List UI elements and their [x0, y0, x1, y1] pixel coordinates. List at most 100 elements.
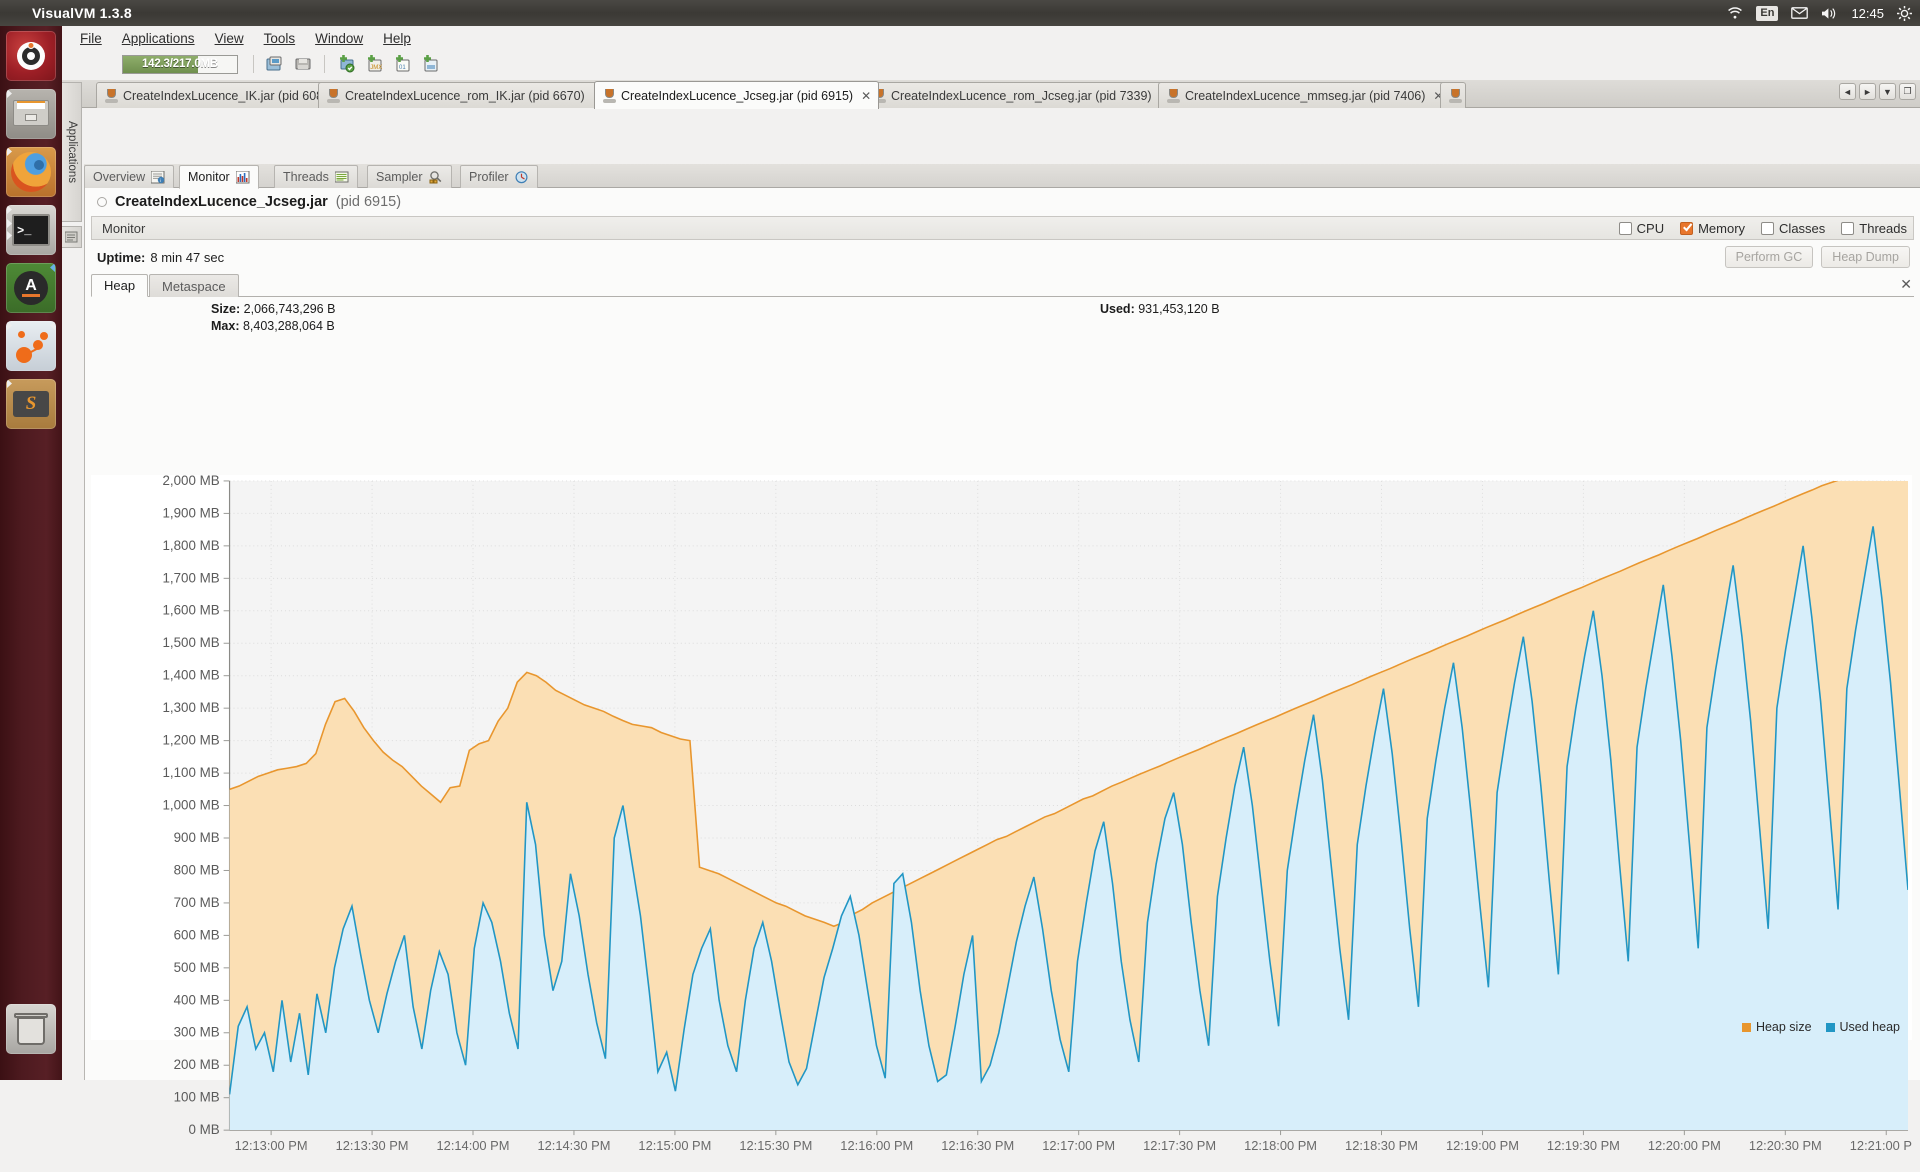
y-tick-label: 1,400 MB — [162, 668, 219, 683]
x-tick-label: 12:15:00 PM — [638, 1138, 711, 1153]
process-running-icon — [97, 197, 107, 207]
tab-profiler[interactable]: Profiler — [460, 165, 538, 188]
y-tick-label: 1,100 MB — [162, 765, 219, 780]
terminal-icon[interactable]: >_ — [6, 205, 56, 255]
heap-dump-button[interactable]: Heap Dump — [1821, 246, 1910, 268]
tab-maximize-button[interactable]: ❐ — [1899, 83, 1916, 100]
sublime-text-icon[interactable]: S — [6, 379, 56, 429]
app-tab-overflow[interactable] — [1440, 82, 1466, 108]
checkbox-threads[interactable]: Threads — [1841, 221, 1907, 236]
tab-monitor[interactable]: Monitor — [179, 165, 259, 189]
close-icon[interactable]: ✕ — [858, 89, 871, 103]
menu-bar: File Applications View Tools Window Help — [62, 26, 1920, 50]
main-toolbar: 142.3/217.0MB JMX 01 — [62, 50, 1920, 78]
add-vm-coredump-icon[interactable] — [418, 52, 442, 76]
heap-size-label: Size: — [211, 302, 241, 316]
trash-icon[interactable] — [6, 1004, 56, 1054]
system-tray: En 12:45 — [1727, 0, 1912, 26]
svg-text:01: 01 — [399, 65, 406, 71]
tab-label: Metaspace — [162, 278, 226, 294]
y-tick-label: 1,500 MB — [162, 635, 219, 650]
chart-plot-area[interactable]: 0 MB 100 MB 200 MB 300 MB 400 MB 500 MB 600 MB… — [91, 475, 1912, 1172]
svg-text:i: i — [160, 177, 161, 182]
heap-memory-chart[interactable]: 0 MB 100 MB 200 MB 300 MB 400 MB 500 MB 600 MB… — [91, 475, 1912, 1153]
checkbox-memory[interactable]: Memory — [1680, 221, 1745, 236]
app-tab-2[interactable]: CreateIndexLucence_Jcseg.jar (pid 6915) … — [594, 81, 880, 109]
checkbox-box[interactable] — [1761, 221, 1775, 235]
menu-window[interactable]: Window — [305, 29, 373, 48]
visualvm-window: File Applications View Tools Window Help… — [62, 26, 1920, 1153]
uptime-value: 8 min 47 sec — [150, 249, 225, 265]
heap-size-row: Size: 2,066,743,296 B — [211, 301, 1920, 318]
x-tick-label: 12:20:00 PM — [1648, 1138, 1721, 1153]
monitor-caption-bar: Monitor CPU Memory Classes Threads — [91, 216, 1914, 240]
tab-overview[interactable]: Overview i — [84, 165, 175, 188]
x-tick-label: 12:18:00 PM — [1244, 1138, 1317, 1153]
add-remote-host-icon[interactable]: 01 — [390, 52, 414, 76]
checkbox-box[interactable] — [1618, 221, 1632, 235]
perform-gc-button[interactable]: Perform GC — [1724, 246, 1814, 268]
menu-view[interactable]: View — [205, 29, 254, 48]
open-snapshot-icon[interactable] — [263, 52, 287, 76]
add-jmx-connection-icon[interactable]: JMX — [362, 52, 386, 76]
java-icon — [603, 88, 616, 103]
mail-icon[interactable] — [1791, 7, 1809, 19]
y-tick-label: 1,800 MB — [162, 538, 219, 553]
x-tick-label: 12:14:30 PM — [537, 1138, 610, 1153]
tab-list-button[interactable]: ▼ — [1879, 83, 1896, 100]
y-tick-label: 1,700 MB — [162, 570, 219, 585]
heap-used-label: Used: — [1100, 302, 1135, 316]
tab-metaspace[interactable]: Metaspace — [149, 274, 239, 297]
clock[interactable]: 12:45 — [1851, 6, 1884, 21]
y-tick-label: 2,000 MB — [162, 475, 219, 488]
heap-max-value: 8,403,288,064 B — [242, 319, 335, 333]
tab-scroll-left-button[interactable]: ◄ — [1839, 83, 1856, 100]
checkbox-box[interactable] — [1841, 221, 1855, 235]
menu-tools[interactable]: Tools — [254, 29, 306, 48]
monitor-caption-label: Monitor — [102, 220, 146, 236]
add-local-host-icon[interactable] — [334, 52, 358, 76]
tab-scroll-right-button[interactable]: ► — [1859, 83, 1876, 100]
y-tick-label: 800 MB — [174, 862, 220, 877]
volume-icon[interactable] — [1821, 7, 1838, 20]
legend-swatch — [1741, 1022, 1751, 1032]
android-studio-icon[interactable]: A — [6, 263, 56, 313]
save-snapshot-icon[interactable] — [291, 52, 315, 76]
app-tab-3[interactable]: CreateIndexLucence_rom_Jcseg.jar (pid 73… — [864, 82, 1178, 108]
app-tab-4[interactable]: CreateIndexLucence_mmseg.jar (pid 7406) … — [1158, 82, 1452, 108]
checkbox-box[interactable] — [1680, 221, 1694, 235]
wifi-icon[interactable] — [1727, 6, 1743, 20]
y-tick-label: 900 MB — [174, 830, 220, 845]
x-tick-label: 12:17:30 PM — [1143, 1138, 1216, 1153]
menu-file[interactable]: File — [70, 29, 112, 48]
tab-heap[interactable]: Heap — [91, 274, 149, 297]
applications-dock-icon-slot[interactable] — [62, 226, 82, 248]
sampler-icon — [429, 170, 443, 184]
heap-memory-meter[interactable]: 142.3/217.0MB — [122, 54, 238, 74]
firefox-icon[interactable] — [6, 147, 56, 197]
applications-dock-tab[interactable]: Applications — [62, 82, 82, 222]
checkbox-cpu[interactable]: CPU — [1618, 221, 1664, 236]
y-tick-label: 300 MB — [174, 1025, 220, 1040]
close-icon[interactable]: ✕ — [1900, 276, 1912, 293]
files-icon[interactable] — [6, 89, 56, 139]
menu-help[interactable]: Help — [373, 29, 421, 48]
app-tab-1[interactable]: CreateIndexLucence_rom_IK.jar (pid 6670)… — [318, 82, 611, 108]
visualvm-icon[interactable] — [6, 321, 56, 371]
checkbox-label: Threads — [1859, 220, 1907, 236]
memory-detail-tabs: Heap Metaspace ✕ — [91, 274, 1914, 297]
checkbox-classes[interactable]: Classes — [1761, 221, 1825, 236]
y-tick-label: 400 MB — [174, 992, 220, 1007]
menu-applications[interactable]: Applications — [112, 29, 205, 48]
keyboard-layout-indicator[interactable]: En — [1756, 5, 1779, 21]
ubuntu-dash-icon[interactable] — [6, 31, 56, 81]
y-tick-label: 100 MB — [174, 1090, 220, 1105]
tab-navigation: ◄ ► ▼ ❐ — [1839, 83, 1916, 100]
dock-list-icon — [64, 231, 78, 243]
checkbox-label: Memory — [1698, 220, 1746, 236]
tab-sampler[interactable]: Sampler — [367, 165, 452, 188]
gear-icon[interactable] — [1897, 5, 1912, 21]
heap-size-value: 2,066,743,296 B — [243, 302, 336, 316]
tab-threads[interactable]: Threads — [274, 165, 358, 188]
java-icon — [327, 88, 340, 103]
